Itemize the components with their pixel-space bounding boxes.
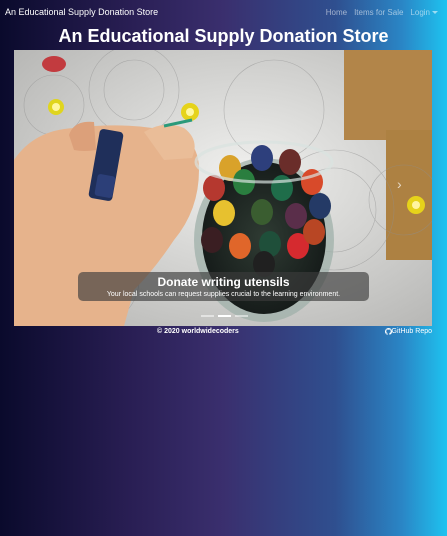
carousel-next-icon[interactable]: › [397,176,402,192]
carousel-indicators [199,315,250,317]
navbar: An Educational Supply Donation Store Hom… [0,0,447,24]
copyright-text: © 2020 worldwidecoders [157,328,239,335]
github-repo-label: GitHub Repo [391,328,432,335]
caption-title: Donate writing utensils [157,275,290,289]
nav-link-home[interactable]: Home [326,8,347,17]
github-icon [384,328,392,335]
github-repo-link[interactable]: GitHub Repo [384,328,432,335]
caption-text: Your local schools can request supplies … [106,291,341,298]
carousel-indicator-active[interactable] [218,315,231,317]
footer: © 2020 worldwidecoders GitHub Repo [0,328,447,338]
login-label: Login [410,7,430,17]
carousel: › Donate writing utensils Your local sch… [14,50,432,326]
carousel-indicator[interactable] [201,315,214,317]
page-title: An Educational Supply Donation Store [58,26,389,46]
carousel-caption: Donate writing utensils Your local schoo… [78,272,369,301]
caret-down-icon [432,10,438,14]
nav-links: Home Items for Sale Login [319,8,447,17]
navbar-brand[interactable]: An Educational Supply Donation Store [0,7,158,17]
nav-link-items-for-sale[interactable]: Items for Sale [354,8,403,17]
nav-link-login-dropdown[interactable]: Login [410,8,438,17]
carousel-indicator[interactable] [235,315,248,317]
